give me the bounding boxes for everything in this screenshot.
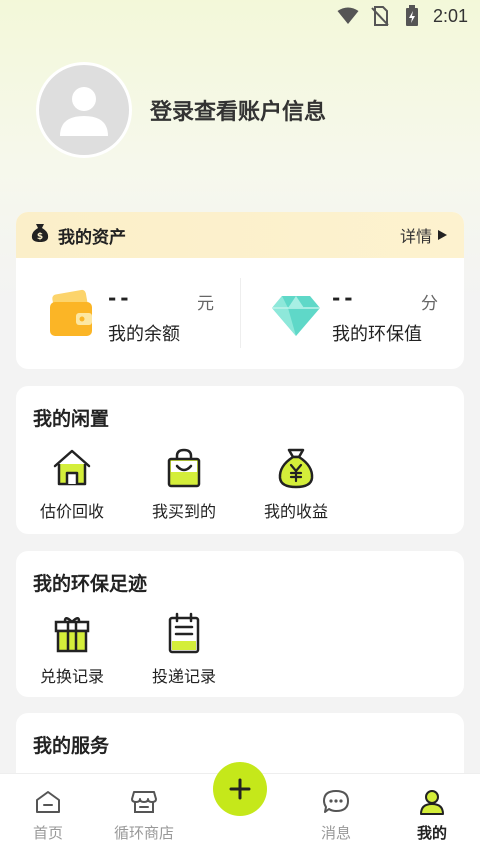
balance-item[interactable]: -- 元 我的余额	[16, 258, 240, 369]
delivery-record-item[interactable]: 投递记录	[129, 611, 239, 687]
idle-card: 我的闲置 估价回收 我买到的 我的收益	[16, 386, 464, 534]
home-icon	[34, 788, 62, 816]
exchange-record-label: 兑换记录	[39, 667, 104, 686]
exchange-record-item[interactable]: 兑换记录	[17, 611, 127, 687]
login-prompt[interactable]: 登录查看账户信息	[150, 94, 326, 126]
store-icon	[130, 788, 158, 816]
nav-item-home[interactable]: 首页	[0, 788, 96, 843]
nav-item-mine[interactable]: 我的	[384, 788, 480, 843]
money-bag-dollar-icon: $	[30, 223, 50, 247]
message-icon	[322, 788, 350, 816]
no-sim-icon	[369, 6, 391, 26]
balance-value: --	[108, 286, 133, 310]
nav-label-home: 首页	[32, 824, 63, 842]
nav-item-messages[interactable]: 消息	[288, 788, 384, 843]
earnings-item[interactable]: 我的收益	[241, 446, 351, 522]
avatar[interactable]	[36, 62, 132, 158]
eco-value: --	[332, 286, 357, 310]
eco-value-item[interactable]: -- 分 我的环保值	[240, 258, 464, 369]
balance-unit: 元	[197, 294, 214, 314]
money-bag-icon	[274, 446, 318, 490]
delivery-record-label: 投递记录	[151, 667, 216, 686]
profile-header[interactable]: 登录查看账户信息	[36, 62, 326, 158]
purchased-item[interactable]: 我买到的	[129, 446, 239, 522]
services-title: 我的服务	[33, 735, 110, 757]
wallet-icon	[46, 288, 98, 340]
idle-title: 我的闲置	[33, 408, 110, 430]
play-arrow-icon	[438, 230, 447, 240]
appraisal-recycle-item[interactable]: 估价回收	[17, 446, 127, 522]
plus-icon	[229, 778, 251, 800]
appraisal-recycle-label: 估价回收	[39, 502, 104, 521]
default-avatar-icon	[60, 87, 108, 136]
wifi-icon	[337, 6, 359, 26]
assets-title: 我的资产	[58, 227, 126, 248]
diamond-icon	[270, 288, 322, 340]
clipboard-icon	[162, 611, 206, 655]
eco-value-unit: 分	[421, 294, 438, 314]
assets-header: $ 我的资产 详情	[16, 212, 464, 258]
footprint-card: 我的环保足迹 兑换记录 投递记录	[16, 551, 464, 697]
shopping-bag-icon	[162, 446, 206, 490]
svg-text:$: $	[37, 232, 43, 242]
assets-detail-link[interactable]: 详情	[400, 223, 448, 247]
battery-charging-icon	[401, 5, 423, 26]
earnings-label: 我的收益	[263, 502, 328, 521]
nav-label-mine: 我的	[416, 824, 447, 842]
purchased-label: 我买到的	[151, 502, 216, 521]
nav-item-store[interactable]: 循环商店	[96, 788, 192, 843]
footprint-title: 我的环保足迹	[33, 573, 148, 595]
gift-icon	[50, 611, 94, 655]
house-icon	[50, 446, 94, 490]
balance-label: 我的余额	[108, 324, 180, 345]
eco-value-label: 我的环保值	[332, 324, 422, 345]
assets-card: $ 我的资产 详情 -- 元 我的余额 -- 分 我的环保值	[16, 212, 464, 369]
status-time: 2:01	[432, 5, 468, 26]
status-bar: 2:01	[0, 0, 480, 32]
user-icon	[418, 788, 446, 816]
add-post-button[interactable]	[213, 762, 267, 816]
nav-label-messages: 消息	[320, 824, 351, 842]
assets-detail-label: 详情	[399, 227, 432, 246]
nav-label-store: 循环商店	[113, 824, 174, 842]
